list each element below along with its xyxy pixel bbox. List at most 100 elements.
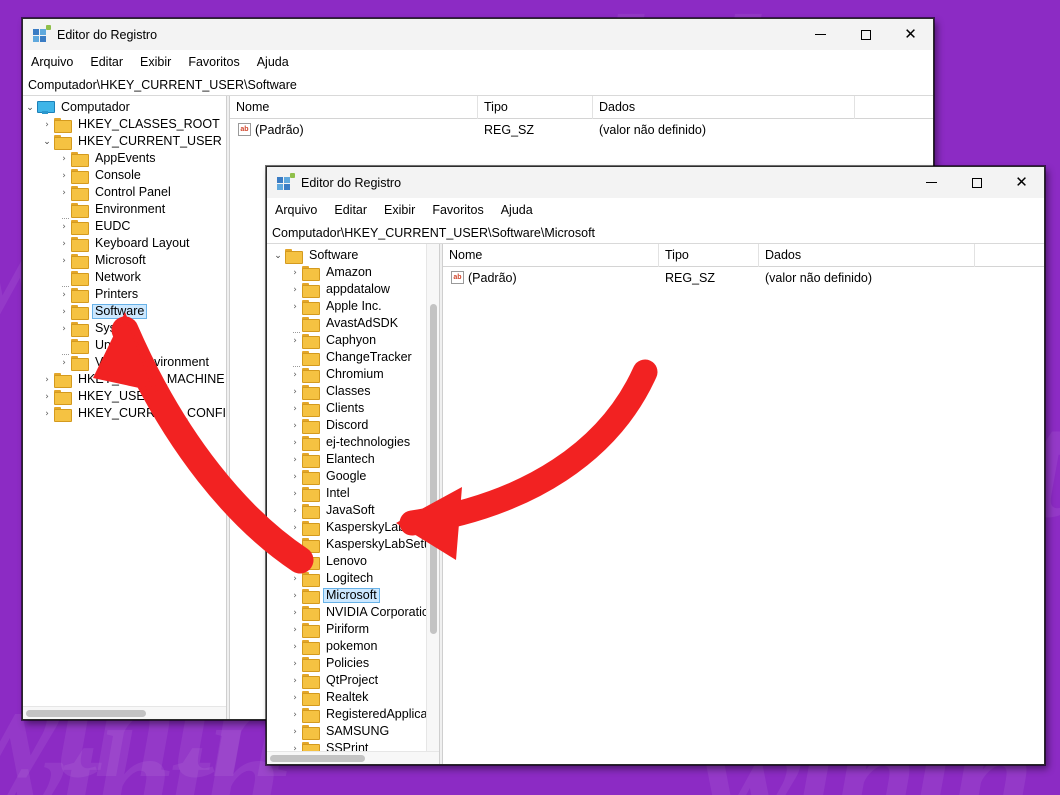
tree-item-ej-technologies[interactable]: › ej-technologies (271, 434, 439, 451)
chevron-right-icon[interactable]: › (57, 171, 71, 181)
chevron-right-icon[interactable]: › (57, 290, 71, 300)
tree-item-hkey-current-user[interactable]: ⌄ HKEY_CURRENT_USER (23, 133, 226, 150)
column-header-nome[interactable]: Nome (443, 244, 659, 267)
tree-item-policies[interactable]: › Policies (271, 655, 439, 672)
chevron-right-icon[interactable]: › (288, 625, 302, 635)
chevron-down-icon[interactable]: ⌄ (40, 137, 54, 147)
chevron-right-icon[interactable]: › (57, 358, 71, 368)
window2-menubar[interactable]: Arquivo Editar Exibir Favoritos Ajuda (267, 198, 1044, 222)
chevron-down-icon[interactable]: ⌄ (271, 251, 285, 261)
chevron-right-icon[interactable]: › (288, 302, 302, 312)
chevron-right-icon[interactable]: › (40, 375, 54, 385)
tree-item-appdatalow[interactable]: › appdatalow (271, 281, 439, 298)
column-header-dados[interactable]: Dados (593, 96, 855, 119)
column-header-tipo[interactable]: Tipo (659, 244, 759, 267)
registry-editor-window-2[interactable]: Editor do Registro ✕ Arquivo Editar Exib… (266, 166, 1045, 765)
menu-item-editar[interactable]: Editar (90, 55, 123, 69)
tree-item-network[interactable]: Network (23, 269, 226, 287)
tree-item-nvidia-corporation[interactable]: › NVIDIA Corporation (271, 604, 439, 621)
chevron-right-icon[interactable]: › (288, 438, 302, 448)
window1-tree-pane[interactable]: ⌄ Computador › HKEY_CLASSES_ROOT ⌄ HKEY_CURRE… (23, 96, 226, 719)
menu-item-editar[interactable]: Editar (334, 203, 367, 217)
tree-item-hkey-users[interactable]: › HKEY_USERS (23, 388, 226, 405)
chevron-right-icon[interactable]: › (57, 222, 71, 232)
tree-item-hkey-classes-root[interactable]: › HKEY_CLASSES_ROOT (23, 116, 226, 133)
chevron-right-icon[interactable]: › (288, 642, 302, 652)
tree-item-environment[interactable]: Environment (23, 201, 226, 219)
tree-item-control-panel[interactable]: › Control Panel (23, 184, 226, 201)
window1-menubar[interactable]: Arquivo Editar Exibir Favoritos Ajuda (23, 50, 933, 74)
menu-item-exibir[interactable]: Exibir (384, 203, 415, 217)
chevron-right-icon[interactable]: › (288, 710, 302, 720)
chevron-right-icon[interactable]: › (288, 336, 302, 346)
chevron-right-icon[interactable]: › (288, 574, 302, 584)
tree-item-apple-inc[interactable]: › Apple Inc. (271, 298, 439, 315)
column-header-tipo[interactable]: Tipo (478, 96, 593, 119)
chevron-right-icon[interactable]: › (288, 659, 302, 669)
tree-item-computador[interactable]: ⌄ Computador (23, 99, 226, 116)
tree-item-volatile-environment[interactable]: › Volatile Environment (23, 354, 226, 371)
tree-item-kasperskylab[interactable]: › KasperskyLab (271, 519, 439, 536)
table-row[interactable]: ab (Padrão) REG_SZ (valor não definido) (230, 119, 933, 140)
tree-item-discord[interactable]: › Discord (271, 417, 439, 434)
column-header-nome[interactable]: Nome (230, 96, 478, 119)
menu-item-ajuda[interactable]: Ajuda (501, 203, 533, 217)
tree-item-printers[interactable]: › Printers (23, 286, 226, 303)
window1-column-headers[interactable]: Nome Tipo Dados (230, 96, 933, 119)
minimize-button[interactable] (798, 19, 843, 50)
tree-item-clients[interactable]: › Clients (271, 400, 439, 417)
window1-tree-hscrollbar[interactable] (23, 706, 226, 719)
column-header-dados[interactable]: Dados (759, 244, 975, 267)
tree-item-elantech[interactable]: › Elantech (271, 451, 439, 468)
window1-registry-tree[interactable]: ⌄ Computador › HKEY_CLASSES_ROOT ⌄ HKEY_CURRE… (23, 96, 226, 422)
chevron-right-icon[interactable]: › (40, 392, 54, 402)
tree-item-hkey-local-machine[interactable]: › HKEY_LOCAL_MACHINE (23, 371, 226, 388)
chevron-right-icon[interactable]: › (288, 608, 302, 618)
window2-controls[interactable]: ✕ (909, 167, 1044, 198)
window2-titlebar[interactable]: Editor do Registro ✕ (267, 167, 1044, 198)
tree-item-logitech[interactable]: › Logitech (271, 570, 439, 587)
window2-tree-hscrollbar[interactable] (267, 751, 439, 764)
chevron-right-icon[interactable]: › (57, 239, 71, 249)
window2-registry-tree[interactable]: ⌄ Software › Amazon › appdatalow › Apple Inc. Av… (267, 244, 439, 764)
tree-item-hkey-current-config[interactable]: › HKEY_CURRENT_CONFIG (23, 405, 226, 422)
chevron-right-icon[interactable]: › (288, 285, 302, 295)
menu-item-exibir[interactable]: Exibir (140, 55, 171, 69)
tree-item-console[interactable]: › Console (23, 167, 226, 184)
window2-list-pane[interactable]: Nome Tipo Dados ab (Padrão) REG_SZ (valo… (443, 244, 1044, 764)
window2-address-bar[interactable]: Computador\HKEY_CURRENT_USER\Software\Mi… (267, 222, 1044, 244)
tree-item-google[interactable]: › Google (271, 468, 439, 485)
tree-item-changetracker[interactable]: ChangeTracker (271, 349, 439, 367)
menu-item-favoritos[interactable]: Favoritos (432, 203, 483, 217)
window1-titlebar[interactable]: Editor do Registro ✕ (23, 19, 933, 50)
close-button[interactable]: ✕ (888, 19, 933, 50)
chevron-right-icon[interactable]: › (57, 154, 71, 164)
tree-item-software[interactable]: ⌄ Software (271, 247, 439, 264)
menu-item-arquivo[interactable]: Arquivo (31, 55, 73, 69)
tree-item-uninstall[interactable]: Uninstall (23, 337, 226, 355)
menu-item-ajuda[interactable]: Ajuda (257, 55, 289, 69)
tree-item-eudc[interactable]: › EUDC (23, 218, 226, 235)
chevron-right-icon[interactable]: › (288, 489, 302, 499)
menu-item-favoritos[interactable]: Favoritos (188, 55, 239, 69)
tree-item-avastadsdk[interactable]: AvastAdSDK (271, 315, 439, 333)
window1-controls[interactable]: ✕ (798, 19, 933, 50)
tree-item-intel[interactable]: › Intel (271, 485, 439, 502)
close-button[interactable]: ✕ (999, 167, 1044, 198)
chevron-right-icon[interactable]: › (288, 472, 302, 482)
tree-item-qtproject[interactable]: › QtProject (271, 672, 439, 689)
chevron-right-icon[interactable]: › (57, 324, 71, 334)
tree-item-caphyon[interactable]: › Caphyon (271, 332, 439, 349)
tree-item-registeredapplications[interactable]: › RegisteredApplications (271, 706, 439, 723)
window1-address-bar[interactable]: Computador\HKEY_CURRENT_USER\Software (23, 74, 933, 96)
tree-item-samsung[interactable]: › SAMSUNG (271, 723, 439, 740)
window2-tree-pane[interactable]: ⌄ Software › Amazon › appdatalow › Apple Inc. Av… (267, 244, 439, 764)
chevron-right-icon[interactable]: › (288, 387, 302, 397)
chevron-right-icon[interactable]: › (57, 188, 71, 198)
tree-item-microsoft[interactable]: › Microsoft (271, 587, 439, 604)
tree-item-pokemon[interactable]: › pokemon (271, 638, 439, 655)
chevron-right-icon[interactable]: › (288, 268, 302, 278)
chevron-right-icon[interactable]: › (40, 120, 54, 130)
tree-item-system[interactable]: › System (23, 320, 226, 337)
tree-item-amazon[interactable]: › Amazon (271, 264, 439, 281)
